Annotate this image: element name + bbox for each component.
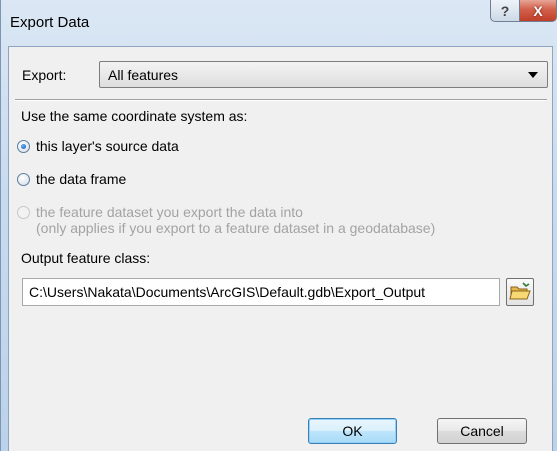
help-button[interactable]: ?	[490, 0, 520, 22]
radio-disabled-icon	[17, 206, 30, 219]
export-dropdown-value: All features	[108, 67, 179, 83]
cancel-button[interactable]: Cancel	[437, 418, 527, 444]
export-label: Export:	[22, 67, 67, 83]
coordinate-system-heading: Use the same coordinate system as:	[21, 108, 248, 124]
radio-feature-dataset-label: the feature dataset you export the data …	[36, 204, 303, 220]
title-bar[interactable]: Export Data ? X	[1, 0, 557, 46]
close-icon: X	[533, 2, 543, 19]
chevron-down-icon	[528, 72, 538, 78]
ok-button[interactable]: OK	[308, 418, 397, 444]
export-data-dialog: Export Data ? X Export: All features Use…	[0, 0, 557, 451]
help-icon: ?	[500, 2, 510, 19]
radio-layer-source[interactable]: this layer's source data	[17, 138, 179, 154]
output-feature-class-label: Output feature class:	[21, 250, 151, 266]
browse-button[interactable]	[506, 278, 534, 306]
radio-data-frame-label: the data frame	[36, 171, 127, 187]
divider	[15, 99, 547, 101]
open-folder-icon	[509, 282, 531, 300]
radio-checked-icon[interactable]	[17, 139, 30, 153]
export-dropdown[interactable]: All features	[99, 61, 548, 88]
output-path-input[interactable]: C:\Users\Nakata\Documents\ArcGIS\Default…	[22, 278, 500, 306]
radio-feature-dataset: the feature dataset you export the data …	[17, 204, 435, 236]
radio-unchecked-icon[interactable]	[17, 172, 30, 186]
close-button[interactable]: X	[519, 0, 557, 22]
dialog-title: Export Data	[10, 14, 90, 31]
radio-layer-source-label: this layer's source data	[36, 138, 179, 154]
radio-feature-dataset-note: (only applies if you export to a feature…	[36, 220, 436, 236]
dialog-body: Export: All features Use the same coordi…	[8, 46, 553, 451]
radio-data-frame[interactable]: the data frame	[17, 171, 126, 187]
